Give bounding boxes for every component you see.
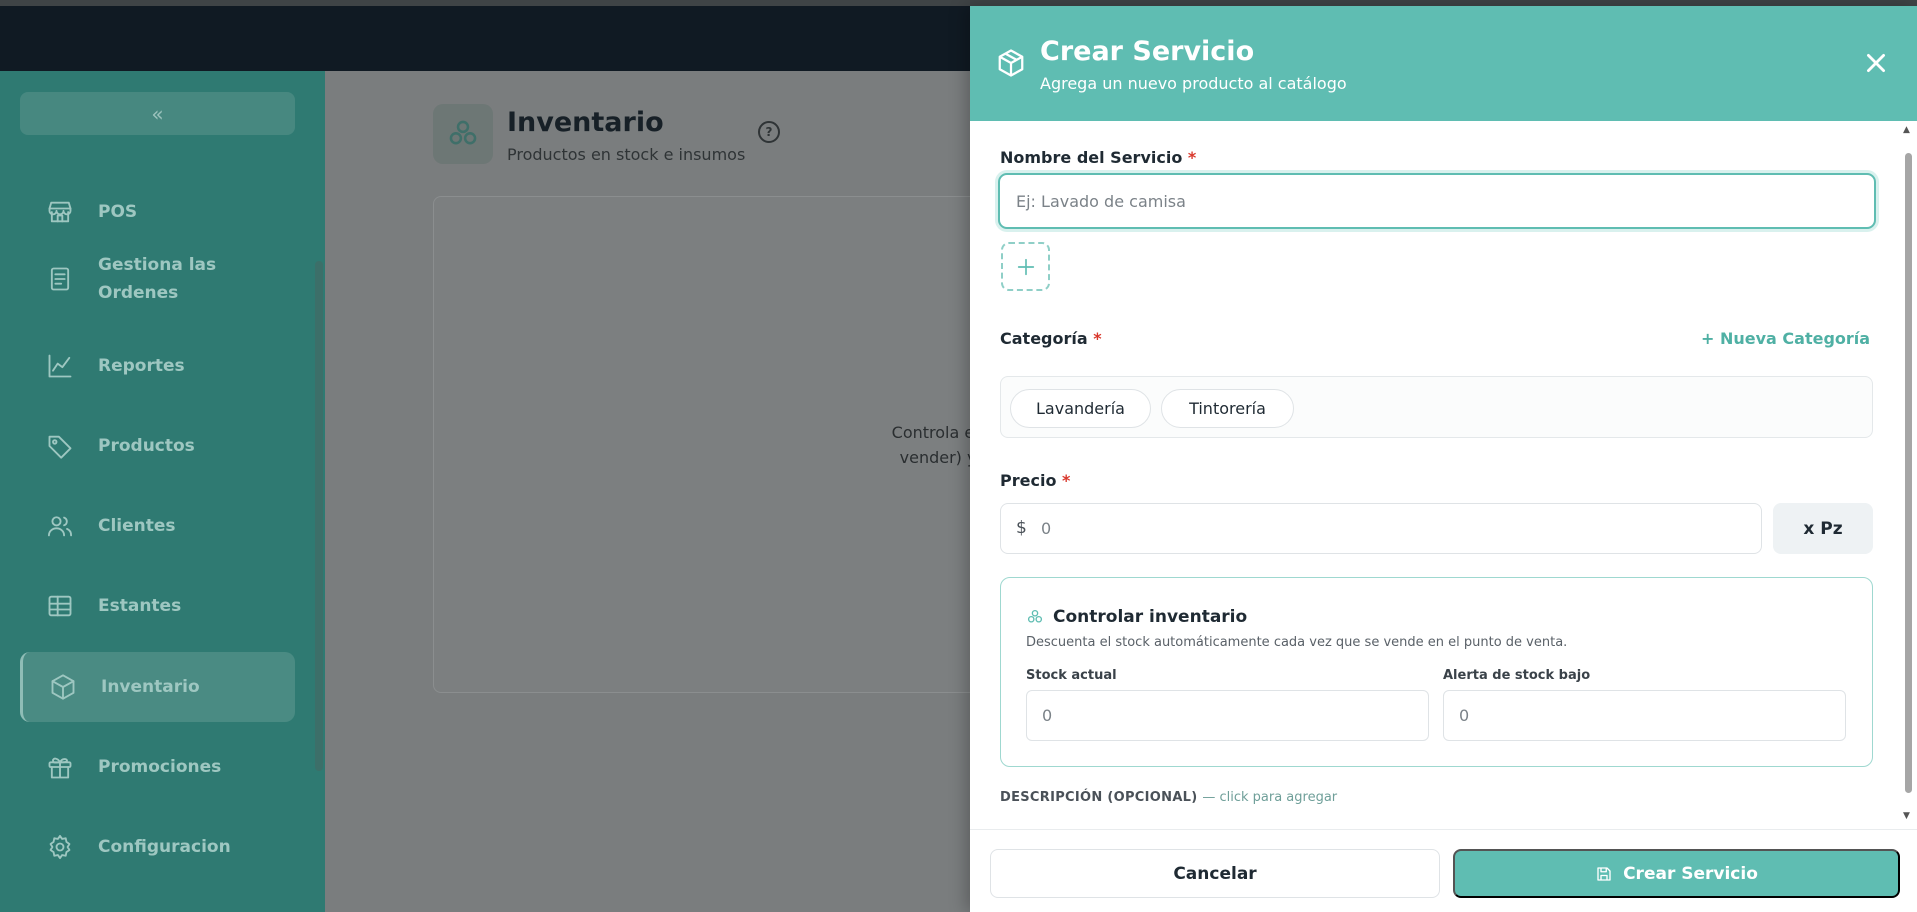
- save-icon: [1597, 866, 1611, 881]
- inventory-toggle-label[interactable]: Controlar inventario: [1053, 607, 1247, 627]
- page-subtitle: Productos en stock e insumos: [507, 145, 746, 164]
- description-toggle[interactable]: DESCRIPCIÓN (OPCIONAL) — click para agre…: [1000, 790, 1337, 805]
- sidebar-item-reportes[interactable]: Reportes: [20, 331, 295, 401]
- tag-icon: [44, 430, 76, 462]
- create-service-drawer: Crear Servicio Agrega un nuevo producto …: [970, 6, 1917, 912]
- sidebar-item-label: Gestiona las Ordenes: [98, 255, 217, 303]
- chart-line-icon: [44, 350, 76, 382]
- close-icon[interactable]: [1863, 50, 1889, 76]
- price-label: Precio *: [1000, 471, 1070, 490]
- sidebar-item-configuracion[interactable]: Configuracion: [20, 812, 295, 882]
- required-mark: *: [1187, 148, 1197, 167]
- sidebar-item-productos[interactable]: Productos: [20, 411, 295, 481]
- description-hint: — click para agregar: [1202, 790, 1338, 805]
- sidebar-item-label: Reportes: [98, 356, 185, 376]
- box-icon: [47, 671, 79, 703]
- sidebar-item-estantes[interactable]: Estantes: [20, 571, 295, 641]
- inventory-page-icon: [433, 104, 493, 164]
- inventory-icon: [1026, 608, 1044, 626]
- description-label: DESCRIPCIÓN (OPCIONAL): [1000, 790, 1198, 805]
- category-selector: Lavandería Tintorería: [1000, 376, 1873, 438]
- sidebar-item-clientes[interactable]: Clientes: [20, 491, 295, 561]
- sidebar-collapse-button[interactable]: «: [20, 92, 295, 135]
- new-category-button[interactable]: + Nueva Categoría: [1701, 329, 1870, 348]
- sidebar-item-label: Productos: [98, 436, 195, 456]
- plus-icon: [1017, 258, 1034, 275]
- drawer-header: Crear Servicio Agrega un nuevo producto …: [970, 6, 1917, 121]
- create-service-label: Crear Servicio: [1623, 863, 1758, 884]
- sidebar-item-label: Clientes: [98, 516, 176, 536]
- users-icon: [44, 510, 76, 542]
- low-stock-alert-input[interactable]: 0: [1443, 690, 1846, 741]
- help-icon[interactable]: ?: [758, 121, 780, 143]
- required-mark: *: [1062, 471, 1071, 490]
- service-name-label: Nombre del Servicio *: [1000, 148, 1196, 167]
- scrollbar-thumb[interactable]: [1905, 153, 1912, 793]
- store-icon: [44, 196, 76, 228]
- price-label-text: Precio: [1000, 471, 1057, 490]
- sidebar-item-label: Promociones: [98, 757, 222, 777]
- sidebar-item-label: Estantes: [98, 596, 182, 616]
- sidebar-item-label: POS: [98, 202, 138, 222]
- plus-icon: +: [1701, 329, 1720, 348]
- category-label: Categoría *: [1000, 329, 1102, 348]
- sidebar-item-label: Inventario: [101, 677, 200, 697]
- required-mark: *: [1093, 329, 1102, 348]
- sidebar-item-ordenes[interactable]: Gestiona las Ordenes: [20, 239, 295, 319]
- inventory-control-section: Controlar inventario Descuenta el stock …: [1000, 577, 1873, 767]
- receipt-icon: [44, 263, 76, 295]
- service-name-input[interactable]: [998, 173, 1876, 229]
- page-title: Inventario: [507, 107, 664, 138]
- currency-symbol: $: [1016, 518, 1027, 538]
- sidebar: « POS Gestiona las Ordenes Reportes Prod…: [0, 71, 325, 912]
- service-name-label-text: Nombre del Servicio: [1000, 148, 1183, 167]
- low-stock-alert-label: Alerta de stock bajo: [1443, 668, 1591, 683]
- category-label-text: Categoría: [1000, 329, 1088, 348]
- gift-icon: [44, 751, 76, 783]
- create-service-button[interactable]: Crear Servicio: [1453, 849, 1900, 898]
- drawer-title: Crear Servicio: [1040, 36, 1255, 67]
- stock-input[interactable]: 0: [1026, 690, 1429, 741]
- price-input[interactable]: $ 0: [1000, 503, 1762, 554]
- sidebar-scrollbar[interactable]: [315, 261, 323, 771]
- add-image-button[interactable]: [1001, 242, 1050, 291]
- category-chip-lavanderia[interactable]: Lavandería: [1010, 389, 1151, 428]
- new-category-label: Nueva Categoría: [1719, 329, 1871, 348]
- cancel-button[interactable]: Cancelar: [990, 849, 1440, 898]
- category-chip-tintoreria[interactable]: Tintorería: [1161, 389, 1294, 428]
- package-icon: [996, 48, 1026, 78]
- scroll-down-arrow-icon[interactable]: ▼: [1903, 811, 1910, 821]
- sidebar-item-inventario[interactable]: Inventario: [20, 652, 295, 722]
- gear-icon: [44, 831, 76, 863]
- table-icon: [44, 590, 76, 622]
- unit-selector[interactable]: x Pz: [1773, 503, 1873, 554]
- sidebar-item-label: Configuracion: [98, 837, 231, 857]
- drawer-subtitle: Agrega un nuevo producto al catálogo: [1040, 74, 1347, 93]
- price-value: 0: [1041, 519, 1052, 538]
- stock-label: Stock actual: [1026, 668, 1117, 683]
- drawer-footer: Cancelar Crear Servicio: [970, 829, 1917, 912]
- drawer-body: ▲ ▼ Nombre del Servicio * Categoría * + …: [970, 121, 1917, 829]
- sidebar-item-pos[interactable]: POS: [20, 177, 295, 247]
- inventory-description: Descuenta el stock automáticamente cada …: [1026, 635, 1568, 650]
- sidebar-item-promociones[interactable]: Promociones: [20, 732, 295, 802]
- scroll-up-arrow-icon[interactable]: ▲: [1903, 125, 1910, 135]
